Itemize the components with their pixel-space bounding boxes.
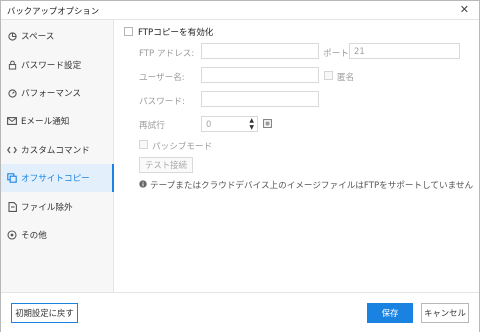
sidebar-item-performance[interactable]: パフォーマンス [1,79,113,107]
backup-options-dialog: バックアップオプション ✕ スペース パスワード設定 パフォーマンス Eメール通… [0,0,480,332]
anonymous-checkbox[interactable] [324,71,333,80]
retry-spinbox[interactable]: 0 ▲ ▼ [201,116,258,132]
info-icon [139,180,147,191]
sidebar-item-label: スペース [21,32,55,42]
cancel-button[interactable]: キャンセル [421,303,469,323]
save-button[interactable]: 保存 [367,303,413,323]
sidebar-item-custom-command[interactable]: カスタムコマンド [1,136,113,164]
mail-icon [7,116,17,126]
code-icon [7,145,17,155]
sidebar-item-label: ファイル除外 [21,203,73,213]
username-label: ユーザー名: [139,73,185,83]
reset-defaults-button[interactable]: 初期設定に戻す [11,303,78,323]
enable-ftp-label: FTPコピーを有効化 [138,28,214,38]
password-label: パスワード: [139,97,185,107]
footer: 初期設定に戻す 保存 キャンセル [1,292,479,332]
ftp-address-input[interactable] [201,43,319,59]
sidebar-item-email[interactable]: Eメール通知 [1,107,113,135]
test-connection-button[interactable]: テスト接続 [139,157,193,173]
sidebar-item-offsite-copy[interactable]: オフサイトコピー [1,164,114,192]
copy-icon [7,173,17,183]
ftp-info-text: テープまたはクラウドデバイス上のイメージファイルはFTPをサポートしていません [150,181,474,191]
gauge-icon [7,88,17,98]
file-exclude-icon [7,202,17,212]
retry-value: 0 [206,119,212,129]
passive-mode-label: パッシブモード [152,142,213,152]
sidebar-item-label: オフサイトコピー [21,174,90,184]
anonymous-label: 匿名 [337,73,355,83]
sidebar-item-space[interactable]: スペース [1,22,113,50]
sidebar-item-label: パフォーマンス [21,89,81,99]
sidebar-item-label: パスワード設定 [21,61,82,71]
dialog-title: バックアップオプション [7,6,100,16]
sidebar-item-label: その他 [21,231,47,241]
username-input[interactable] [201,67,319,83]
sidebar-item-label: Eメール通知 [21,117,70,127]
close-icon[interactable]: ✕ [460,3,469,16]
port-label: ポート: [323,49,352,59]
spin-arrows-icon[interactable]: ▲ ▼ [249,117,254,131]
title-bar: バックアップオプション ✕ [1,1,479,20]
retry-settings-icon[interactable] [263,119,272,131]
enable-ftp-checkbox[interactable] [124,27,133,36]
offsite-copy-panel: FTPコピーを有効化 FTP アドレス: ポート: ユーザー名: 匿名 パスワー… [114,20,479,292]
passive-mode-checkbox[interactable] [139,140,148,149]
lock-icon [7,60,17,70]
sidebar-item-other[interactable]: その他 [1,221,113,249]
port-input[interactable] [349,43,460,59]
password-input[interactable] [201,91,319,107]
sidebar-item-password[interactable]: パスワード設定 [1,51,113,79]
ftp-address-label: FTP アドレス: [139,49,195,59]
sidebar-item-label: カスタムコマンド [21,146,90,156]
sidebar: スペース パスワード設定 パフォーマンス Eメール通知 カスタムコマンド オフサ… [1,20,114,292]
retry-label: 再試行 [139,121,165,131]
sidebar-item-file-exclude[interactable]: ファイル除外 [1,193,113,221]
pie-icon [7,31,17,41]
other-icon [7,230,17,240]
